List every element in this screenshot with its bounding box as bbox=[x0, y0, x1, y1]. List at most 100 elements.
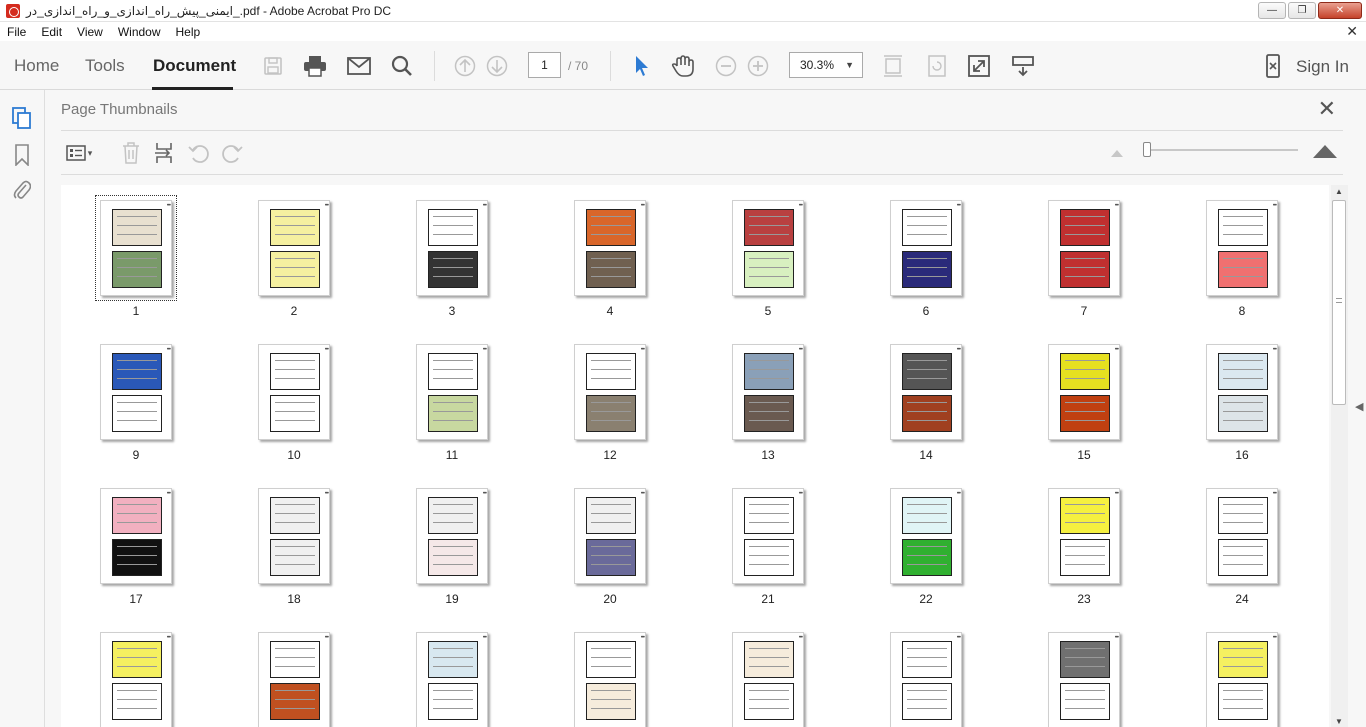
page-thumbnail-image[interactable]: ••• bbox=[574, 632, 646, 727]
slide-preview bbox=[902, 497, 952, 534]
page-thumbnail-image[interactable]: ••• bbox=[258, 344, 330, 440]
save-icon[interactable] bbox=[260, 53, 286, 79]
menu-help[interactable]: Help bbox=[169, 25, 209, 39]
mobile-icon[interactable] bbox=[1260, 53, 1286, 79]
search-icon[interactable] bbox=[389, 53, 415, 79]
page-thumbnail-image[interactable]: ••• bbox=[574, 344, 646, 440]
menu-file[interactable]: File bbox=[0, 25, 34, 39]
rotate-right-icon[interactable] bbox=[220, 142, 244, 164]
page-thumbnail-image[interactable]: ••• bbox=[100, 488, 172, 584]
page-thumbnail-image[interactable]: ••• bbox=[732, 632, 804, 727]
page-thumbnail-image[interactable]: ••• bbox=[574, 488, 646, 584]
scroll-up-icon[interactable]: ▲ bbox=[1335, 187, 1343, 196]
page-thumbnail-image[interactable]: ••• bbox=[416, 632, 488, 727]
page-thumbnail-image[interactable]: ••• bbox=[416, 488, 488, 584]
page-down-icon[interactable] bbox=[484, 53, 510, 79]
page-up-icon[interactable] bbox=[452, 53, 478, 79]
page-thumbnails-icon[interactable] bbox=[11, 106, 33, 130]
zoom-in-icon[interactable] bbox=[745, 53, 771, 79]
page-thumbnail-image[interactable]: ••• bbox=[416, 344, 488, 440]
collapse-right-panel-icon[interactable]: ◀ bbox=[1355, 400, 1363, 413]
hand-tool-icon[interactable] bbox=[670, 53, 696, 79]
restore-button[interactable]: ❐ bbox=[1288, 2, 1316, 19]
minimize-button[interactable]: — bbox=[1258, 2, 1286, 19]
page-thumbnail-image[interactable]: ••• bbox=[1206, 632, 1278, 727]
page-thumbnail-image[interactable]: ••• bbox=[100, 632, 172, 727]
full-screen-icon[interactable] bbox=[966, 53, 992, 79]
slide-preview bbox=[1218, 539, 1268, 576]
text-line bbox=[1223, 555, 1263, 556]
menu-view[interactable]: View bbox=[70, 25, 111, 39]
page-thumbnail-image[interactable]: ••• bbox=[890, 488, 962, 584]
zoom-level-select[interactable]: 30.3% ▼ bbox=[789, 52, 863, 78]
thumbnail-smaller-icon[interactable] bbox=[1111, 150, 1123, 157]
sign-in-link[interactable]: Sign In bbox=[1296, 57, 1349, 77]
slide-preview bbox=[1218, 497, 1268, 534]
tab-home[interactable]: Home bbox=[14, 56, 59, 76]
text-line bbox=[433, 666, 473, 667]
text-line bbox=[433, 564, 473, 565]
rotate-left-icon[interactable] bbox=[187, 142, 211, 164]
read-mode-icon[interactable] bbox=[1010, 53, 1036, 79]
page-thumbnail-image[interactable]: ••• bbox=[258, 200, 330, 296]
page-thumbnail-image[interactable]: ••• bbox=[1048, 200, 1120, 296]
page-marker-icon: ••• bbox=[482, 203, 487, 209]
text-line bbox=[591, 708, 631, 709]
slide-preview bbox=[902, 395, 952, 432]
options-menu-button[interactable]: ▾ bbox=[63, 142, 95, 164]
print-icon[interactable] bbox=[302, 53, 328, 79]
bookmark-icon[interactable] bbox=[11, 143, 33, 167]
page-thumbnail-image[interactable]: ••• bbox=[1206, 344, 1278, 440]
select-arrow-icon[interactable] bbox=[628, 53, 654, 79]
text-line bbox=[749, 225, 789, 226]
menu-edit[interactable]: Edit bbox=[34, 25, 70, 39]
delete-page-icon[interactable] bbox=[120, 142, 142, 164]
thumbnail-larger-icon[interactable] bbox=[1313, 145, 1337, 158]
page-thumbnail-image[interactable]: ••• bbox=[890, 632, 962, 727]
page-marker-icon: ••• bbox=[798, 347, 803, 353]
page-thumbnail-image[interactable]: ••• bbox=[732, 488, 804, 584]
page-thumbnail-image[interactable]: ••• bbox=[1206, 200, 1278, 296]
page-thumbnail-image[interactable]: ••• bbox=[416, 200, 488, 296]
page-thumbnail-image[interactable]: ••• bbox=[574, 200, 646, 296]
menu-window[interactable]: Window bbox=[111, 25, 169, 39]
page-thumbnail-image[interactable]: ••• bbox=[258, 632, 330, 727]
page-thumbnail-image[interactable]: ••• bbox=[732, 344, 804, 440]
scroll-down-icon[interactable]: ▼ bbox=[1335, 717, 1343, 726]
page-number-input[interactable]: 1 bbox=[528, 52, 561, 78]
thumbnail-size-slider[interactable] bbox=[1148, 149, 1298, 151]
page-number-label: 24 bbox=[1235, 592, 1249, 606]
text-line bbox=[907, 504, 947, 505]
text-line bbox=[117, 402, 157, 403]
mail-icon[interactable] bbox=[346, 53, 372, 79]
text-line bbox=[1223, 657, 1263, 658]
page-thumbnail-image[interactable]: ••• bbox=[258, 488, 330, 584]
slide-preview bbox=[744, 539, 794, 576]
slide-preview bbox=[270, 353, 320, 390]
attachment-icon[interactable] bbox=[11, 178, 33, 202]
close-window-button[interactable]: ✕ bbox=[1318, 2, 1362, 19]
tab-tools[interactable]: Tools bbox=[85, 56, 125, 76]
page-number-label: 13 bbox=[761, 448, 775, 462]
page-thumbnail-image[interactable]: ••• bbox=[732, 200, 804, 296]
text-line bbox=[749, 513, 789, 514]
page-thumbnail-image[interactable]: ••• bbox=[890, 344, 962, 440]
page-thumbnail-image[interactable]: ••• bbox=[1048, 344, 1120, 440]
thumbnail-size-slider-handle[interactable] bbox=[1143, 142, 1151, 157]
close-panel-button[interactable]: ✕ bbox=[1318, 96, 1336, 122]
page-thumbnail-image[interactable]: ••• bbox=[1048, 488, 1120, 584]
tab-document[interactable]: Document bbox=[153, 56, 236, 76]
page-thumbnail-image[interactable]: ••• bbox=[95, 195, 177, 301]
page-marker-icon: ••• bbox=[1272, 491, 1277, 497]
page-thumbnail-image[interactable]: ••• bbox=[1048, 632, 1120, 727]
close-document-icon[interactable]: ✕ bbox=[1346, 23, 1358, 40]
slide-preview bbox=[112, 395, 162, 432]
insert-page-icon[interactable] bbox=[153, 142, 177, 164]
text-line bbox=[275, 666, 315, 667]
fit-page-icon[interactable] bbox=[880, 53, 906, 79]
page-thumbnail-image[interactable]: ••• bbox=[890, 200, 962, 296]
zoom-out-icon[interactable] bbox=[713, 53, 739, 79]
page-thumbnail-image[interactable]: ••• bbox=[1206, 488, 1278, 584]
page-thumbnail-image[interactable]: ••• bbox=[100, 344, 172, 440]
rotate-page-icon[interactable] bbox=[924, 53, 950, 79]
